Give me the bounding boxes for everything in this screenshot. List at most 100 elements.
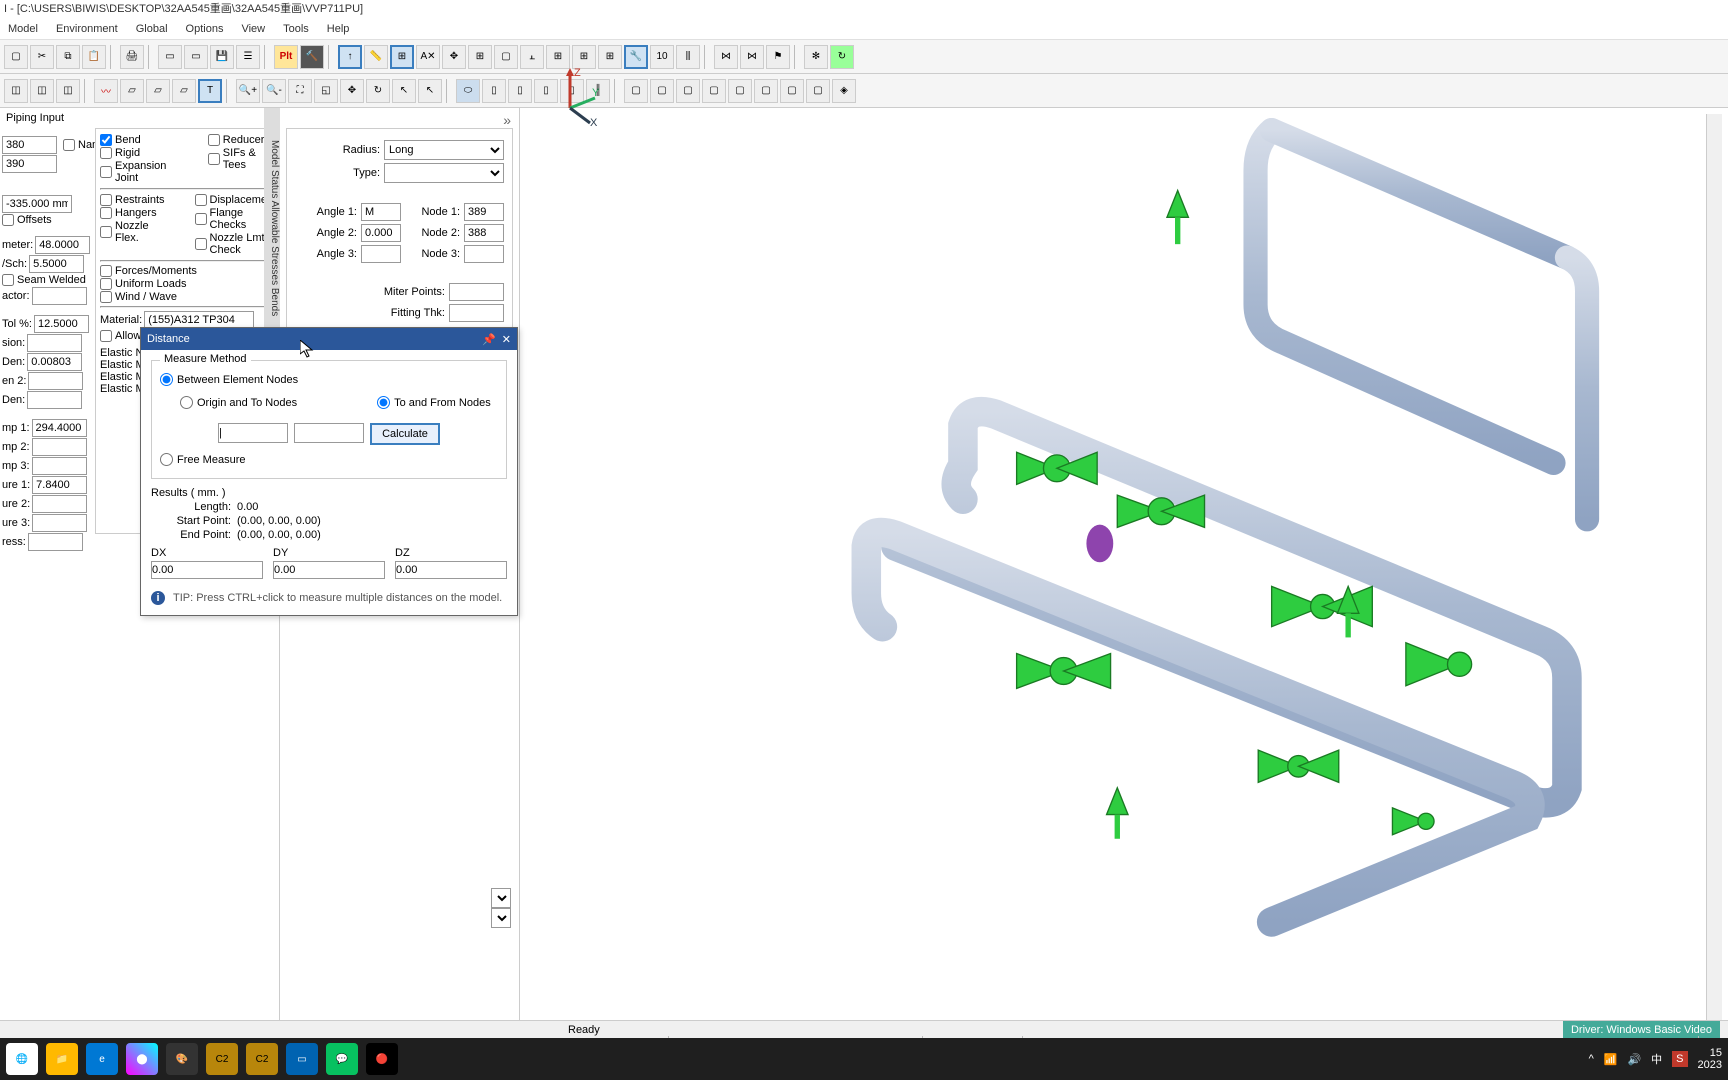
page3-icon[interactable]: ▱ <box>172 79 196 103</box>
forces-checkbox[interactable] <box>100 265 112 277</box>
calculate-button[interactable]: Calculate <box>370 423 440 445</box>
zoom-nav-icon[interactable]: ◱ <box>314 79 338 103</box>
pin-icon[interactable]: 📌 <box>482 333 496 346</box>
origin-to-radio[interactable] <box>180 396 193 409</box>
explorer-app[interactable]: 📁 <box>46 1043 78 1075</box>
bars-icon[interactable]: ⫼ <box>676 45 700 69</box>
chrome-app[interactable]: 🌐 <box>6 1043 38 1075</box>
dialog-titlebar[interactable]: Distance 📌 ✕ <box>141 328 517 350</box>
expansion-checkbox[interactable] <box>100 166 112 178</box>
edge-app[interactable]: e <box>86 1043 118 1075</box>
dy-input[interactable] <box>273 561 385 579</box>
ure1-input[interactable] <box>32 476 87 494</box>
allowable-checkbox[interactable] <box>100 330 112 342</box>
wind-checkbox[interactable] <box>100 291 112 303</box>
new-icon[interactable]: ▢ <box>4 45 28 69</box>
en2-input[interactable] <box>28 372 83 390</box>
copilot-app[interactable]: ⬤ <box>126 1043 158 1075</box>
plt-button[interactable]: Plt <box>274 45 298 69</box>
expand3-icon[interactable]: » <box>503 112 511 128</box>
paint-app[interactable]: 🎨 <box>166 1043 198 1075</box>
grid4-icon[interactable]: ⊞ <box>572 45 596 69</box>
num-icon[interactable]: 10 <box>650 45 674 69</box>
wave-icon[interactable]: 〰 <box>94 79 118 103</box>
save-icon[interactable]: 💾 <box>210 45 234 69</box>
sion-input[interactable] <box>27 334 82 352</box>
node-a-input[interactable] <box>2 136 57 154</box>
seam-checkbox[interactable] <box>2 274 14 286</box>
pan-icon[interactable]: ✥ <box>340 79 364 103</box>
grid-button[interactable]: ⊞ <box>390 45 414 69</box>
between-nodes-radio[interactable] <box>160 373 173 386</box>
node3-input[interactable] <box>464 245 504 263</box>
wrench-button[interactable]: 🔧 <box>624 45 648 69</box>
rigid-checkbox[interactable] <box>100 147 112 159</box>
menu-global[interactable]: Global <box>136 23 168 35</box>
mp3-input[interactable] <box>32 457 87 475</box>
zoom-out-icon[interactable]: 🔍- <box>262 79 286 103</box>
menu-options[interactable]: Options <box>186 23 224 35</box>
menu-view[interactable]: View <box>241 23 265 35</box>
zoom-fit-icon[interactable]: ⛶ <box>288 79 312 103</box>
hammer-icon[interactable]: 🔨 <box>300 45 324 69</box>
window-app[interactable]: ▭ <box>286 1043 318 1075</box>
nozzlelmt-checkbox[interactable] <box>195 238 207 250</box>
fitting-input[interactable] <box>449 304 504 322</box>
measure-icon[interactable]: 📏 <box>364 45 388 69</box>
tray-vol-icon[interactable]: 🔊 <box>1627 1053 1641 1066</box>
combo1[interactable] <box>491 888 511 908</box>
c2-app-1[interactable]: C2 <box>206 1043 238 1075</box>
wechat-app[interactable]: 💬 <box>326 1043 358 1075</box>
angle1-input[interactable] <box>361 203 401 221</box>
close-icon[interactable]: ✕ <box>502 333 511 346</box>
tray-s-icon[interactable]: S <box>1672 1051 1687 1067</box>
meter-input[interactable] <box>35 236 90 254</box>
dz-input[interactable] <box>2 195 72 213</box>
offsets-checkbox[interactable] <box>2 214 14 226</box>
flag-icon[interactable]: ⚑ <box>766 45 790 69</box>
c2-app-2[interactable]: C2 <box>246 1043 278 1075</box>
cube3-icon[interactable]: ◫ <box>56 79 80 103</box>
menu-environment[interactable]: Environment <box>56 23 118 35</box>
flange-checkbox[interactable] <box>195 213 207 225</box>
combo2[interactable] <box>491 908 511 928</box>
restraints-checkbox[interactable] <box>100 194 112 206</box>
eden-input[interactable] <box>27 391 82 409</box>
atext-icon[interactable]: A✕ <box>416 45 440 69</box>
sifs-checkbox[interactable] <box>208 153 220 165</box>
bend-checkbox[interactable] <box>100 134 112 146</box>
cylinder-icon[interactable]: ⬭ <box>456 79 480 103</box>
print-icon[interactable]: 🖨 <box>120 45 144 69</box>
pointer-icon[interactable]: ↖ <box>392 79 416 103</box>
cube-icon[interactable]: ◫ <box>4 79 28 103</box>
refresh-button[interactable]: ↻ <box>830 45 854 69</box>
from-node-input[interactable] <box>218 423 288 443</box>
copy-icon[interactable]: ⧉ <box>56 45 80 69</box>
sch-input[interactable] <box>29 255 84 273</box>
grid3-icon[interactable]: ⊞ <box>546 45 570 69</box>
node2-input[interactable] <box>464 224 504 242</box>
page2-icon[interactable]: ▱ <box>146 79 170 103</box>
tray-ime-icon[interactable]: 中 <box>1651 1051 1662 1067</box>
zoom-in-icon[interactable]: 🔍+ <box>236 79 260 103</box>
box-icon[interactable]: ▢ <box>494 45 518 69</box>
hangers-checkbox[interactable] <box>100 207 112 219</box>
record-app[interactable]: 🔴 <box>366 1043 398 1075</box>
tray-up-icon[interactable]: ^ <box>1589 1053 1594 1065</box>
radius-select[interactable]: Long <box>384 140 504 160</box>
free-measure-radio[interactable] <box>160 453 173 466</box>
disp-checkbox[interactable] <box>195 194 207 206</box>
rotate-icon[interactable]: ↻ <box>366 79 390 103</box>
t-button[interactable]: T <box>198 79 222 103</box>
node-b-input[interactable] <box>2 155 57 173</box>
miter-input[interactable] <box>449 283 504 301</box>
side-tab-model[interactable]: Model Status Allowable Stresses Bends <box>264 108 280 348</box>
layers-icon[interactable]: ☰ <box>236 45 260 69</box>
den-input[interactable] <box>27 353 82 371</box>
angle3-input[interactable] <box>361 245 401 263</box>
grid5-icon[interactable]: ⊞ <box>598 45 622 69</box>
ress-input[interactable] <box>28 533 83 551</box>
valve2-icon[interactable]: ⋈ <box>740 45 764 69</box>
scrollbar-v[interactable] <box>1706 114 1722 1044</box>
actor-input[interactable] <box>32 287 87 305</box>
